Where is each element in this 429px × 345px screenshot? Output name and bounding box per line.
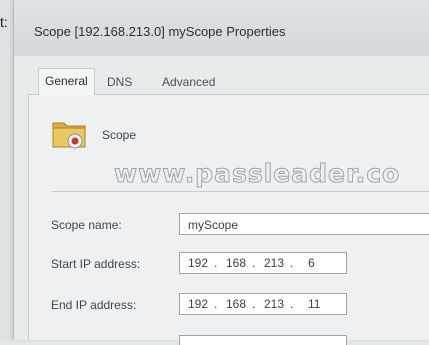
start-ip-octet-1: 192 (188, 256, 209, 270)
tab-dns[interactable]: DNS (101, 70, 138, 94)
ip-dot: . (290, 297, 294, 311)
scope-heading: Scope (102, 128, 137, 142)
tab-advanced[interactable]: Advanced (156, 70, 221, 94)
start-ip-field[interactable]: 192 . 168 . 213 . 6 (179, 252, 347, 274)
end-ip-label: End IP address: (51, 298, 137, 312)
start-ip-octet-4: 6 (308, 256, 315, 270)
start-ip-octet-2: 168 (226, 256, 247, 270)
end-ip-octet-1: 192 (188, 297, 209, 311)
ip-dot: . (290, 256, 294, 270)
end-ip-octet-4: 11 (308, 297, 321, 311)
start-ip-label: Start IP address: (51, 257, 141, 271)
scope-name-label: Scope name: (51, 218, 122, 232)
tab-general[interactable]: General (38, 68, 95, 96)
end-ip-octet-3: 213 (264, 297, 285, 311)
cut-off-text: t: (0, 14, 8, 30)
watermark-text: www.passleader.co (113, 159, 401, 189)
ip-dot: . (252, 297, 256, 311)
next-field-partial[interactable] (179, 335, 347, 345)
divider (51, 191, 429, 192)
start-ip-octet-3: 213 (264, 256, 285, 270)
ip-dot: . (252, 256, 256, 270)
scope-name-value: myScope (188, 218, 239, 232)
general-panel: Scope www.passleader.co Scope name: mySc… (28, 95, 429, 345)
title-bar[interactable]: Scope [192.168.213.0] myScope Properties (14, 0, 429, 56)
properties-dialog: Scope [192.168.213.0] myScope Properties… (13, 0, 429, 345)
end-ip-field[interactable]: 192 . 168 . 213 . 11 (179, 293, 347, 315)
scope-name-field[interactable]: myScope (179, 213, 429, 235)
tab-strip: General DNS Advanced (28, 68, 429, 96)
ip-dot: . (214, 297, 218, 311)
folder-scope-icon (52, 122, 86, 149)
window-title: Scope [192.168.213.0] myScope Properties (34, 24, 286, 39)
end-ip-octet-2: 168 (226, 297, 247, 311)
ip-dot: . (214, 256, 218, 270)
